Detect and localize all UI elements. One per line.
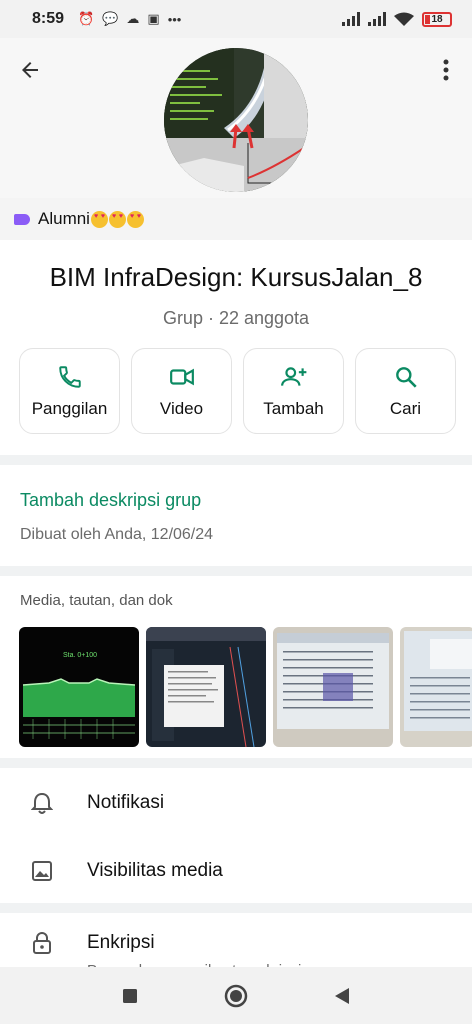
home-button[interactable] xyxy=(222,982,250,1010)
media-thumbnail[interactable] xyxy=(273,627,393,747)
heart-eyes-emoji-icon xyxy=(90,210,108,228)
notifications-label: Notifikasi xyxy=(87,792,165,813)
encryption-label: Enkripsi xyxy=(87,932,155,953)
media-row: Sta. 0+100 xyxy=(19,627,472,747)
video-icon xyxy=(168,363,196,391)
media-heading[interactable]: Media, tautan, dan dok xyxy=(20,592,173,609)
system-nav-bar xyxy=(0,967,472,1024)
section-label: Sta. 0+100 xyxy=(63,652,97,659)
battery-icon: 18 xyxy=(422,11,452,27)
call-label: Panggilan xyxy=(31,399,108,418)
heart-eyes-emoji-icon xyxy=(108,210,126,228)
app-icon: ▣ xyxy=(147,11,160,26)
chat-icon: 💬 xyxy=(102,11,119,26)
video-button[interactable]: Video xyxy=(131,348,232,434)
media-thumbnail[interactable] xyxy=(400,627,472,747)
action-buttons: Panggilan Video Tambah Cari xyxy=(19,348,456,434)
media-visibility-setting[interactable]: Visibilitas media xyxy=(0,838,472,904)
more-options-button[interactable] xyxy=(434,54,458,86)
phone-icon xyxy=(56,363,84,391)
circle-icon xyxy=(224,984,248,1007)
notifications-setting[interactable]: Notifikasi xyxy=(0,770,472,836)
group-header xyxy=(0,38,472,198)
media-visibility-label: Visibilitas media xyxy=(87,860,223,881)
signal-icon-2 xyxy=(368,12,386,26)
lock-icon xyxy=(30,931,54,955)
back-nav-button[interactable] xyxy=(328,982,356,1010)
add-group-description-link[interactable]: Tambah deskripsi grup xyxy=(20,490,201,511)
search-label: Cari xyxy=(389,399,422,418)
call-button[interactable]: Panggilan xyxy=(19,348,120,434)
group-title[interactable]: BIM InfraDesign: KursusJalan_8 xyxy=(0,262,472,293)
video-label: Video xyxy=(159,399,204,418)
search-button[interactable]: Cari xyxy=(355,348,456,434)
community-row[interactable]: Alumni xyxy=(0,198,472,240)
status-time: 8:59 xyxy=(32,10,65,27)
alarm-icon: ⏰ xyxy=(78,11,95,26)
add-person-icon xyxy=(280,363,308,391)
more-notifications: ••• xyxy=(167,11,182,27)
section-divider xyxy=(0,455,472,465)
bell-icon xyxy=(30,791,54,815)
cloud-icon: ☁ xyxy=(126,11,140,26)
section-divider xyxy=(0,566,472,576)
search-icon xyxy=(392,363,420,391)
recents-button[interactable] xyxy=(116,982,144,1010)
status-bar: 8:59 ⏰ 💬 ☁ ▣ ••• 18 xyxy=(0,0,472,38)
signal-icon xyxy=(342,12,360,26)
media-thumbnail[interactable]: Sta. 0+100 xyxy=(19,627,139,747)
created-by-text: Dibuat oleh Anda, 12/06/24 xyxy=(20,526,214,543)
heart-eyes-emoji-icon xyxy=(126,210,144,228)
arrow-back-icon xyxy=(22,62,38,78)
media-thumbnail[interactable] xyxy=(146,627,266,747)
triangle-back-icon xyxy=(335,987,349,1004)
community-name: Alumni xyxy=(38,209,90,228)
section-divider xyxy=(0,758,472,768)
wifi-icon xyxy=(394,12,414,26)
community-tag-icon xyxy=(14,213,30,225)
square-icon xyxy=(123,988,137,1003)
add-member-label: Tambah xyxy=(263,399,324,418)
image-icon xyxy=(30,859,54,883)
group-subtitle: Grup · 22 anggota xyxy=(162,308,310,328)
more-vert-icon xyxy=(443,59,449,81)
add-member-button[interactable]: Tambah xyxy=(243,348,344,434)
back-button[interactable] xyxy=(14,54,46,86)
group-avatar[interactable] xyxy=(164,48,308,192)
